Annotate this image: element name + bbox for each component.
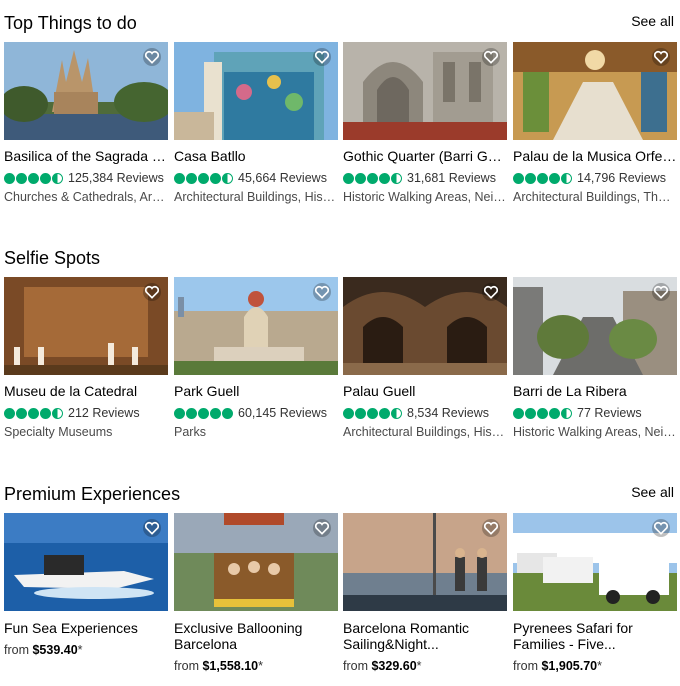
rating: 8,534 Reviews (343, 405, 489, 421)
review-count[interactable]: 125,384 Reviews (68, 171, 164, 185)
price: from $1,905.70* (513, 659, 602, 673)
price: from $539.40* (4, 643, 83, 657)
rating-bubbles (4, 407, 63, 419)
attraction-photo[interactable] (343, 277, 507, 375)
attraction-name[interactable]: Casa Batllo (174, 148, 338, 164)
rating-bubbles (343, 172, 402, 184)
review-count[interactable]: 8,534 Reviews (407, 406, 489, 420)
attraction-name[interactable]: Museu de la Catedral (4, 383, 168, 399)
rating: 31,681 Reviews (343, 170, 496, 186)
section-title: Selfie Spots (4, 248, 101, 268)
price: from $1,558.10* (174, 659, 263, 673)
experience-photo[interactable] (513, 513, 677, 611)
experience-photo[interactable] (4, 513, 168, 611)
attraction-photo[interactable] (343, 42, 507, 140)
heart-icon[interactable] (481, 48, 501, 66)
attraction-photo[interactable] (513, 277, 677, 375)
attraction-name[interactable]: Palau de la Musica Orfeo Catala (513, 148, 677, 164)
rating: 14,796 Reviews (513, 170, 666, 186)
review-count[interactable]: 45,664 Reviews (238, 171, 327, 185)
attraction-name[interactable]: Park Guell (174, 383, 338, 399)
rating: 60,145 Reviews (174, 405, 327, 421)
rating: 125,384 Reviews (4, 170, 164, 186)
attraction-photo[interactable] (513, 42, 677, 140)
attraction-name[interactable]: Basilica of the Sagrada Familia (4, 148, 168, 164)
experience-name[interactable]: Barcelona Romantic Sailing&Night... (343, 620, 507, 654)
heart-icon[interactable] (481, 283, 501, 301)
experience-name[interactable]: Pyrenees Safari for Families - Five... (513, 620, 677, 654)
category: Parks (174, 425, 206, 439)
heart-icon[interactable] (142, 48, 162, 66)
experience-name[interactable]: Fun Sea Experiences (4, 620, 168, 636)
heart-icon[interactable] (651, 519, 671, 537)
rating: 77 Reviews (513, 405, 642, 421)
experience-photo[interactable] (343, 513, 507, 611)
heart-icon[interactable] (481, 519, 501, 537)
category: Architectural Buildings, Theaters (513, 190, 677, 204)
review-count[interactable]: 77 Reviews (577, 406, 642, 420)
rating-bubbles (343, 407, 402, 419)
section-title: Top Things to do (4, 13, 137, 33)
rating: 45,664 Reviews (174, 170, 327, 186)
rating: 212 Reviews (4, 405, 140, 421)
category: Specialty Museums (4, 425, 113, 439)
rating-bubbles (513, 172, 572, 184)
attraction-photo[interactable] (4, 42, 168, 140)
attraction-name[interactable]: Gothic Quarter (Barri Gotic) (343, 148, 507, 164)
section-title: Premium Experiences (4, 484, 181, 504)
heart-icon[interactable] (312, 48, 332, 66)
review-count[interactable]: 60,145 Reviews (238, 406, 327, 420)
price: from $329.60* (343, 659, 422, 673)
attraction-photo[interactable] (174, 277, 338, 375)
heart-icon[interactable] (651, 283, 671, 301)
heart-icon[interactable] (312, 519, 332, 537)
rating-bubbles (174, 172, 233, 184)
see-all-link[interactable]: See all (631, 12, 674, 30)
heart-icon[interactable] (312, 283, 332, 301)
category: Architectural Buildings, Historic Sites (174, 190, 338, 204)
rating-bubbles (174, 407, 233, 419)
category: Historic Walking Areas, Neighborhoods (343, 190, 507, 204)
rating-bubbles (513, 407, 572, 419)
category: Historic Walking Areas, Neighborhoods (513, 425, 677, 439)
experience-name[interactable]: Exclusive Ballooning Barcelona (174, 620, 338, 654)
heart-icon[interactable] (142, 519, 162, 537)
category: Churches & Cathedrals, Architectural Bui… (4, 190, 168, 204)
heart-icon[interactable] (142, 283, 162, 301)
attraction-name[interactable]: Palau Guell (343, 383, 507, 399)
attraction-name[interactable]: Barri de La Ribera (513, 383, 677, 399)
rating-bubbles (4, 172, 63, 184)
review-count[interactable]: 212 Reviews (68, 406, 140, 420)
attraction-photo[interactable] (4, 277, 168, 375)
heart-icon[interactable] (651, 48, 671, 66)
category: Architectural Buildings, Historic Sites (343, 425, 507, 439)
attraction-photo[interactable] (174, 42, 338, 140)
see-all-link[interactable]: See all (631, 483, 674, 501)
experience-photo[interactable] (174, 513, 338, 611)
review-count[interactable]: 14,796 Reviews (577, 171, 666, 185)
review-count[interactable]: 31,681 Reviews (407, 171, 496, 185)
